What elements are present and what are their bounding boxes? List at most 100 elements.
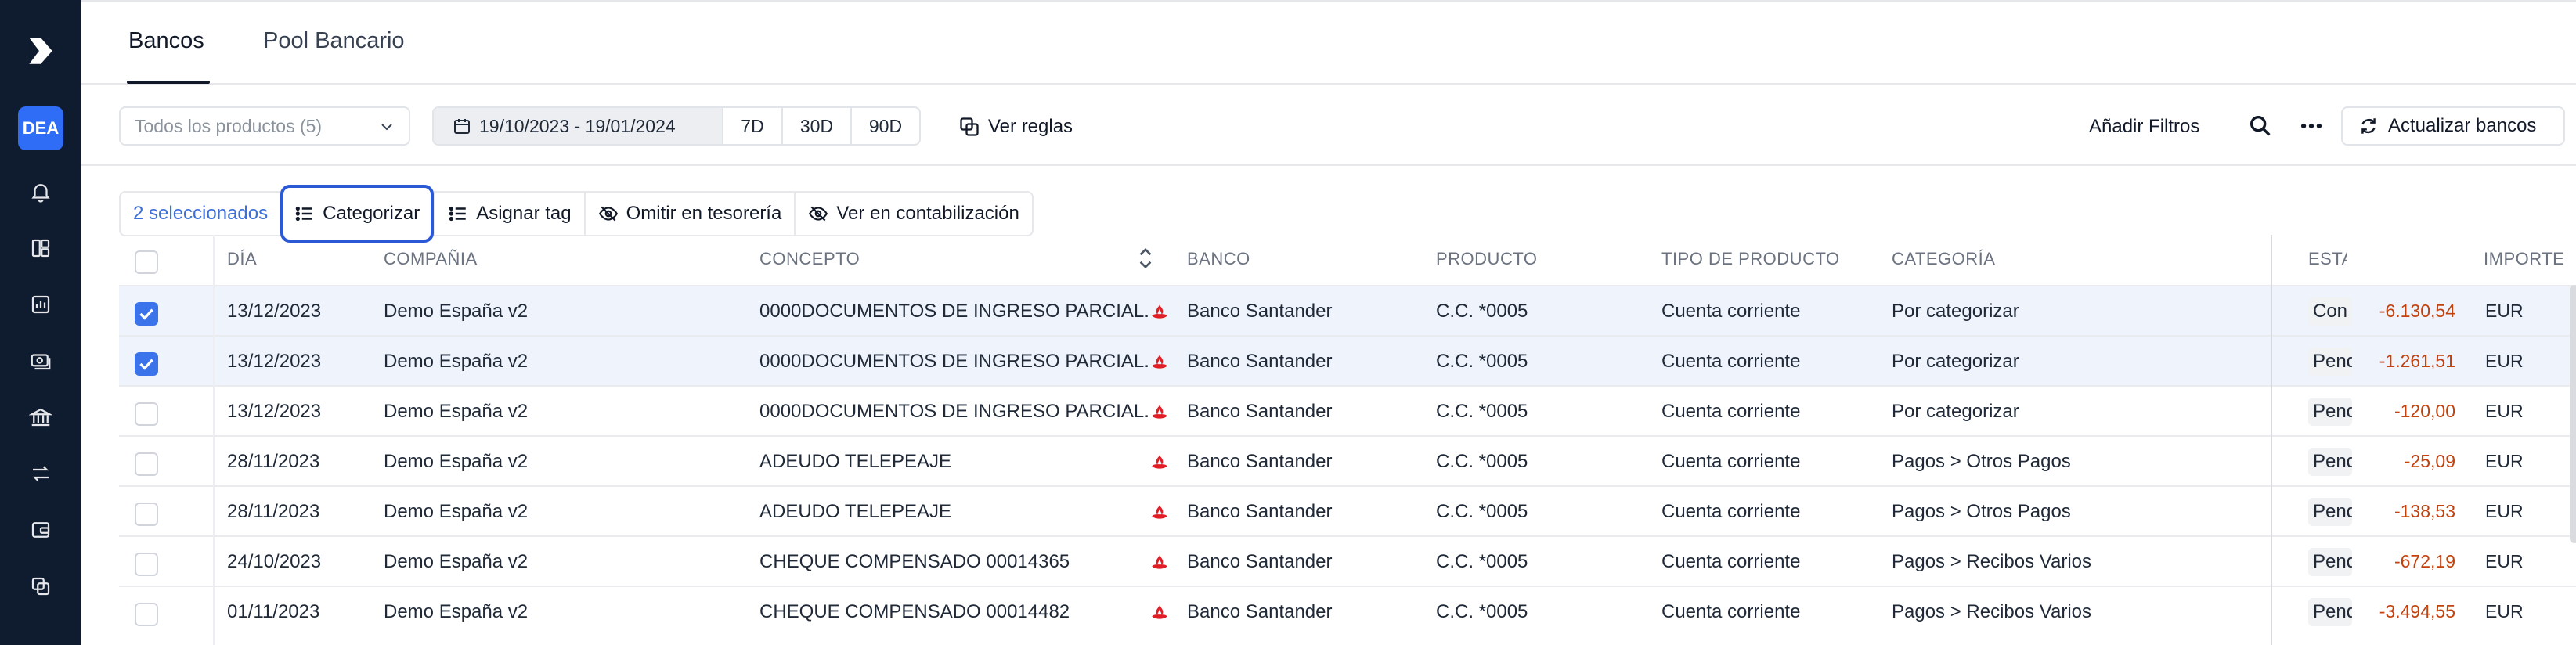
refresh-icon [2361, 118, 2376, 134]
column-header-status[interactable]: ESTA [2308, 249, 2347, 269]
row-product: C.C. *0005 [1436, 301, 1528, 322]
bank-logo [1149, 302, 1170, 322]
row-day: 01/11/2023 [227, 601, 320, 622]
range-30d-button[interactable]: 30D [781, 108, 850, 144]
row-currency: EUR [2485, 401, 2524, 421]
date-range-picker[interactable]: 19/10/2023 - 19/01/2024 [434, 108, 722, 144]
status-badge[interactable]: Con [2308, 297, 2352, 326]
table-row[interactable]: 24/10/2023 Demo España v2 CHEQUE COMPENSAD… [119, 535, 2576, 586]
table-row[interactable]: 13/12/2023 Demo España v2 0000DOCUMENTOS D… [119, 335, 2576, 385]
status-badge[interactable]: Pend [2308, 398, 2352, 426]
search-icon[interactable] [2247, 113, 2274, 139]
row-product: C.C. *0005 [1436, 451, 1528, 472]
row-company: Demo España v2 [384, 351, 529, 372]
column-header-product[interactable]: PRODUCTO [1436, 249, 1538, 269]
range-90d-button[interactable]: 90D [850, 108, 919, 144]
tab-bancos[interactable]: Bancos [128, 28, 204, 54]
payments-icon [31, 354, 51, 370]
santander-logo-icon [1152, 455, 1167, 469]
column-header-company[interactable]: COMPAÑIA [384, 249, 478, 269]
eye-off-icon [598, 206, 618, 222]
status-badge[interactable]: Pend [2308, 498, 2352, 526]
sidebar-item-transfers[interactable] [27, 460, 54, 487]
row-currency: EUR [2485, 451, 2524, 471]
table-row[interactable]: 28/11/2023 Demo España v2 ADEUDO TELEPEAJE… [119, 435, 2576, 485]
row-company: Demo España v2 [384, 451, 529, 472]
table-row[interactable]: 13/12/2023 Demo España v2 0000DOCUMENTOS D… [119, 285, 2576, 335]
sidebar-item-rules[interactable] [27, 573, 54, 600]
sticky-column-divider [2271, 235, 2272, 645]
row-product: C.C. *0005 [1436, 551, 1528, 572]
ver-reglas-button[interactable]: Ver reglas [958, 116, 1073, 138]
ver-reglas-label: Ver reglas [988, 116, 1073, 137]
row-currency: EUR [2485, 301, 2524, 321]
sort-icon[interactable] [1137, 246, 1154, 271]
row-checkbox[interactable] [135, 503, 158, 526]
omit-treasury-button[interactable]: Omitir en tesorería [583, 193, 795, 235]
assign-tag-button[interactable]: Asignar tag [434, 193, 583, 235]
row-day: 28/11/2023 [227, 501, 320, 522]
row-product-type: Cuenta corriente [1661, 301, 1801, 322]
refresh-banks-button[interactable]: Actualizar bancos [2341, 106, 2565, 146]
sidebar-item-wallet[interactable] [27, 517, 54, 543]
row-bank: Banco Santander [1187, 601, 1333, 622]
table-row[interactable]: 28/11/2023 Demo España v2 ADEUDO TELEPEAJE… [119, 485, 2576, 535]
sidebar-item-payments[interactable] [27, 348, 54, 374]
add-filters-button[interactable]: Añadir Filtros [2089, 116, 2199, 138]
sidebar-item-notifications[interactable] [27, 178, 54, 205]
product-select[interactable]: Todos los productos (5) [119, 106, 410, 146]
tab-pool-bancario[interactable]: Pool Bancario [263, 28, 405, 54]
range-7d-button[interactable]: 7D [722, 108, 781, 144]
date-filter-group: 19/10/2023 - 19/01/2024 7D 30D 90D [432, 106, 921, 146]
table-row[interactable]: 01/11/2023 Demo España v2 CHEQUE COMPENSAD… [119, 586, 2576, 636]
status-badge[interactable]: Pend [2308, 598, 2352, 626]
row-product-type: Cuenta corriente [1661, 451, 1801, 472]
row-bank: Banco Santander [1187, 301, 1333, 322]
bank-icon [29, 408, 52, 427]
transfer-icon [32, 466, 49, 481]
row-checkbox[interactable] [135, 352, 158, 376]
categorize-button[interactable]: Categorizar [280, 185, 435, 243]
column-header-concept[interactable]: CONCEPTO [759, 249, 860, 269]
row-product-type: Cuenta corriente [1661, 401, 1801, 422]
select-all-checkbox[interactable] [135, 250, 158, 274]
row-day: 28/11/2023 [227, 451, 320, 472]
sidebar-item-dashboard[interactable] [27, 235, 54, 261]
row-checkbox[interactable] [135, 452, 158, 476]
table-row[interactable]: 13/12/2023 Demo España v2 0000DOCUMENTOS D… [119, 385, 2576, 435]
row-checkbox[interactable] [135, 603, 158, 626]
column-header-day[interactable]: DÍA [227, 249, 257, 269]
categorize-label: Categorizar [323, 203, 420, 224]
row-amount: -6.130,54 [2379, 301, 2455, 321]
row-day: 24/10/2023 [227, 551, 322, 572]
column-header-bank[interactable]: BANCO [1187, 249, 1250, 269]
selected-count[interactable]: 2 seleccionados [121, 193, 280, 235]
user-avatar[interactable]: DEA [18, 106, 63, 150]
status-badge[interactable]: Pend [2308, 548, 2352, 576]
bank-logo [1149, 553, 1170, 573]
list-icon [449, 206, 466, 222]
more-options-icon[interactable] [2296, 113, 2327, 139]
check-icon [139, 359, 153, 370]
row-amount: -120,00 [2394, 401, 2455, 421]
view-accounting-button[interactable]: Ver en contabilización [794, 193, 1031, 235]
row-checkbox[interactable] [135, 402, 158, 426]
status-badge[interactable]: Pend [2308, 448, 2352, 476]
app-logo-icon[interactable] [24, 34, 57, 67]
row-amount: -1.261,51 [2379, 351, 2455, 371]
santander-logo-icon [1152, 304, 1167, 319]
vertical-scrollbar[interactable] [2570, 285, 2576, 543]
bank-logo [1149, 352, 1170, 373]
status-badge[interactable]: Pend [2308, 348, 2352, 376]
column-header-category[interactable]: CATEGORÍA [1892, 249, 1995, 269]
column-header-amount[interactable]: IMPORTE [2484, 249, 2564, 269]
sidebar-item-reports[interactable] [27, 291, 54, 318]
row-checkbox[interactable] [135, 553, 158, 576]
sidebar-item-banks[interactable] [27, 404, 54, 431]
row-company: Demo España v2 [384, 301, 529, 322]
column-header-product-type[interactable]: TIPO DE PRODUCTO [1661, 249, 1840, 269]
row-product-type: Cuenta corriente [1661, 551, 1801, 572]
santander-logo-icon [1152, 355, 1167, 369]
row-checkbox[interactable] [135, 302, 158, 326]
row-amount: -672,19 [2394, 551, 2455, 571]
